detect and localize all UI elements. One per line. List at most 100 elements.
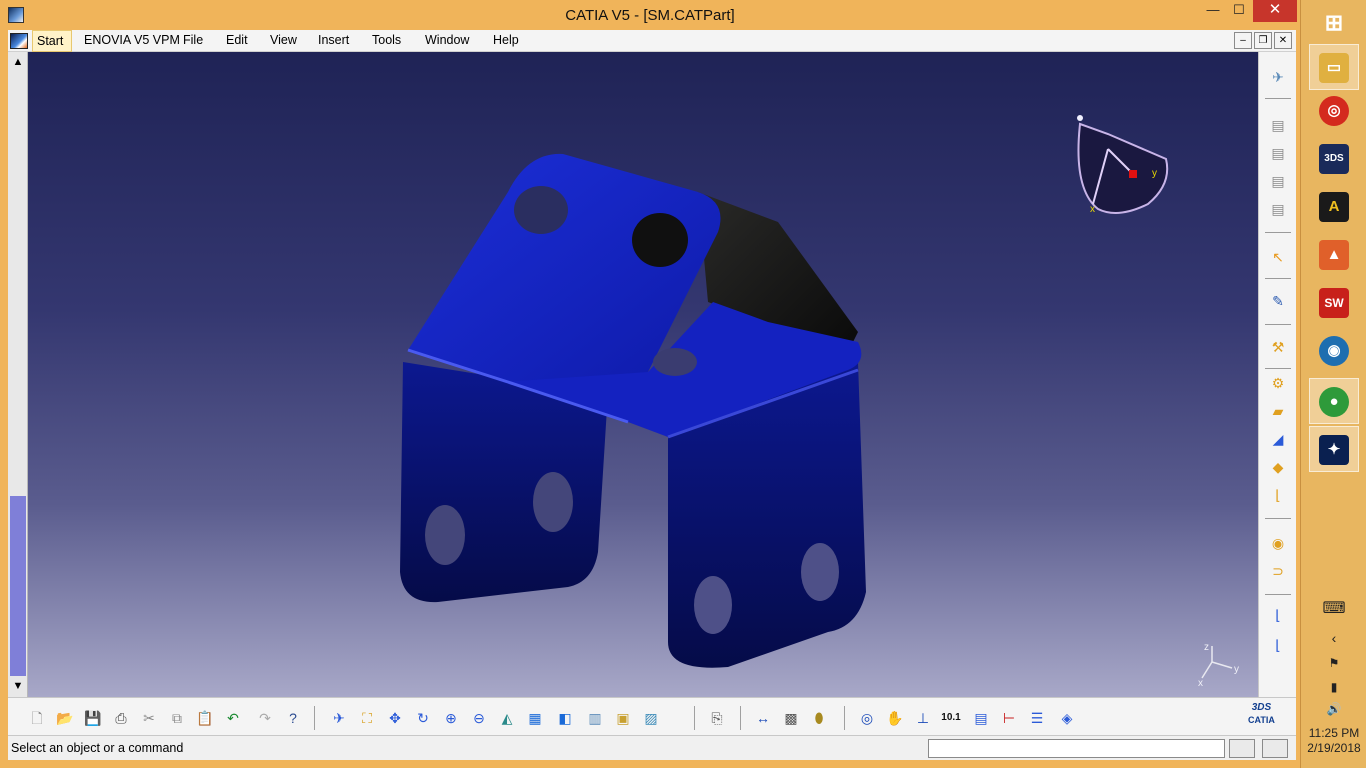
- multi-view-icon[interactable]: ▦: [524, 708, 546, 728]
- swept-walls-icon[interactable]: ◆: [1267, 456, 1289, 478]
- print-icon[interactable]: ⎙: [110, 708, 132, 728]
- iso-view-icon[interactable]: ◧: [554, 708, 576, 728]
- assembly-body-icon[interactable]: ▤: [1267, 198, 1289, 220]
- minimize-button[interactable]: —: [1199, 0, 1227, 22]
- save-icon[interactable]: 💾: [82, 708, 104, 728]
- title-bar[interactable]: CATIA V5 - [SM.CATPart] — ☐ ✕: [0, 0, 1300, 30]
- maximize-button[interactable]: ☐: [1225, 0, 1253, 22]
- compass-widget[interactable]: x y: [1068, 114, 1178, 224]
- redo-icon[interactable]: ↷: [254, 708, 276, 728]
- inertia-icon[interactable]: ▩: [780, 708, 802, 728]
- 3d-viewport[interactable]: ▲ ▼ x y z y x: [8, 52, 1258, 697]
- menu-start[interactable]: Start: [32, 30, 73, 52]
- taskbar-app-file-explorer[interactable]: ▭: [1309, 44, 1359, 90]
- swap-space-icon[interactable]: ▣: [612, 708, 634, 728]
- publish-icon[interactable]: ◈: [1056, 708, 1078, 728]
- catia-document-icon[interactable]: [10, 33, 28, 49]
- chrome-icon: ●: [1319, 387, 1349, 417]
- zoom-in-icon[interactable]: ⊕: [440, 708, 462, 728]
- flange-icon[interactable]: ◢: [1267, 428, 1289, 450]
- insert-body-icon[interactable]: ▤: [1267, 114, 1289, 136]
- ordered-geometric-set-icon[interactable]: ▤: [1267, 170, 1289, 192]
- chevron-left-icon[interactable]: ‹: [1301, 630, 1366, 646]
- fit-all-icon[interactable]: ⛶: [356, 708, 378, 728]
- cutout-icon[interactable]: ◉: [1267, 532, 1289, 554]
- doc-restore-button[interactable]: ❐: [1254, 32, 1272, 49]
- copy-icon[interactable]: ⧉: [166, 708, 188, 728]
- open-icon[interactable]: 📂: [54, 708, 76, 728]
- clock[interactable]: 11:25 PM 2/19/2018: [1301, 726, 1366, 756]
- fold-icon[interactable]: ⌊: [1267, 634, 1289, 656]
- taskbar-app-matlab[interactable]: ▲: [1309, 232, 1359, 278]
- pan-icon[interactable]: ✥: [384, 708, 406, 728]
- measure-icon[interactable]: ↔: [752, 708, 774, 728]
- constraint-icon[interactable]: ⊢: [998, 708, 1020, 728]
- taskbar-app-autodesk[interactable]: A: [1309, 184, 1359, 230]
- axis-x-label: x: [1198, 678, 1203, 689]
- menu-help[interactable]: Help: [493, 33, 519, 47]
- taskbar-app-solidworks[interactable]: SW: [1309, 280, 1359, 326]
- menu-tools[interactable]: Tools: [372, 33, 401, 47]
- units-icon[interactable]: 10.1: [940, 708, 962, 728]
- clock-time: 11:25 PM: [1308, 726, 1360, 740]
- whats-this-icon[interactable]: ?: [282, 708, 304, 728]
- taskbar: ⊞ ▭ ◎ 3DS A ▲ SW ◉ ● ✦ ⌨ ‹ ⚑ ▮ 🔊 11:25 P…: [1300, 0, 1366, 768]
- unfold-icon[interactable]: ⌊: [1267, 604, 1289, 626]
- status-button-1[interactable]: [1229, 739, 1255, 758]
- hide-show-icon[interactable]: ▥: [584, 708, 606, 728]
- material-icon[interactable]: ⬮: [808, 708, 830, 728]
- insert-geometric-set-icon[interactable]: ▤: [1267, 142, 1289, 164]
- menu-enovia[interactable]: ENOVIA V5 VPM: [84, 33, 180, 47]
- shading-icon[interactable]: ▨: [640, 708, 662, 728]
- select-icon[interactable]: ↖: [1267, 246, 1289, 268]
- hopper-icon[interactable]: ⌊: [1267, 484, 1289, 506]
- doc-close-button[interactable]: ✕: [1274, 32, 1292, 49]
- start-button[interactable]: ⊞: [1309, 0, 1359, 46]
- list-icon[interactable]: ☰: [1026, 708, 1048, 728]
- battery-icon[interactable]: ▮: [1301, 680, 1366, 694]
- zoom-out-icon[interactable]: ⊖: [468, 708, 490, 728]
- cut-icon[interactable]: ✂: [138, 708, 160, 728]
- command-input[interactable]: [928, 739, 1225, 758]
- paste-icon[interactable]: 📋: [194, 708, 216, 728]
- taskbar-app-keyshot[interactable]: ◉: [1309, 328, 1359, 374]
- folder-icon: ▭: [1319, 53, 1349, 83]
- menu-window[interactable]: Window: [425, 33, 469, 47]
- knowledge-icon[interactable]: ✋: [884, 708, 906, 728]
- right-toolbar: ✈ ▤ ▤ ▤ ▤ ↖ ✎ ⚒ ⚙ ▰ ◢ ◆ ⌊ ◉ ⊃ ⌊ ⌊: [1258, 52, 1296, 697]
- keyboard-icon[interactable]: ⌨: [1301, 598, 1366, 618]
- status-message: Select an object or a command: [11, 741, 184, 755]
- status-button-2[interactable]: [1262, 739, 1288, 758]
- sketch-icon[interactable]: ✎: [1267, 290, 1289, 312]
- close-button[interactable]: ✕: [1253, 0, 1297, 22]
- axis-icon[interactable]: ⊥: [912, 708, 934, 728]
- ds-catia-logo: 3DS CATIA: [1248, 702, 1275, 725]
- catia-icon: ✦: [1319, 435, 1349, 465]
- taskbar-app-catia[interactable]: ✦: [1309, 426, 1359, 472]
- menu-insert[interactable]: Insert: [318, 33, 349, 47]
- wall-icon[interactable]: ⚙: [1267, 372, 1289, 394]
- tree-expand-icon[interactable]: ✈: [1267, 66, 1289, 88]
- taskbar-app-3dexperience[interactable]: 3DS: [1309, 136, 1359, 182]
- normal-view-icon[interactable]: ◭: [496, 708, 518, 728]
- flag-icon[interactable]: ⚑: [1301, 656, 1366, 670]
- menu-view[interactable]: View: [270, 33, 297, 47]
- fly-mode-icon[interactable]: ✈: [328, 708, 350, 728]
- hole-icon[interactable]: ⊃: [1267, 560, 1289, 582]
- catalog-icon[interactable]: ▤: [970, 708, 992, 728]
- taskbar-app-red-circle[interactable]: ◎: [1309, 88, 1359, 134]
- std-toolbar-icon[interactable]: ⎘: [706, 708, 728, 728]
- taskbar-app-chrome[interactable]: ●: [1309, 378, 1359, 424]
- rotate-icon[interactable]: ↻: [412, 708, 434, 728]
- volume-icon[interactable]: 🔊: [1301, 702, 1366, 716]
- undo-icon[interactable]: ↶: [222, 708, 244, 728]
- matlab-icon: ▲: [1319, 240, 1349, 270]
- menu-edit[interactable]: Edit: [226, 33, 248, 47]
- power-copy-icon[interactable]: ◎: [856, 708, 878, 728]
- sheet-metal-parameters-icon[interactable]: ⚒: [1267, 336, 1289, 358]
- extrusion-icon[interactable]: ▰: [1267, 400, 1289, 422]
- menu-file[interactable]: File: [183, 33, 203, 47]
- doc-minimize-button[interactable]: –: [1234, 32, 1252, 49]
- new-icon[interactable]: 🗋: [26, 708, 48, 728]
- axis-z-label: z: [1204, 642, 1209, 653]
